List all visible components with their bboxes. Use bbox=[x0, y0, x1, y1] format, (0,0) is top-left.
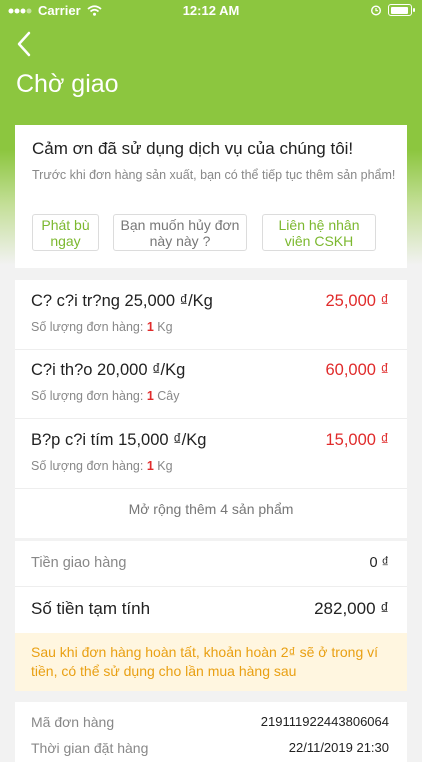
order-code-value: 219111922443806064 bbox=[260, 714, 389, 729]
alarm-icon bbox=[370, 5, 382, 16]
contact-support-button[interactable]: Liên hệ nhân viên CSKH bbox=[262, 214, 376, 251]
divider bbox=[15, 586, 407, 587]
order-time-label: Thời gian đặt hàng bbox=[31, 740, 149, 756]
thanks-card: Cảm ơn đã sử dụng dịch vụ của chúng tôi!… bbox=[15, 125, 407, 268]
total-value: 282,000 ₫ bbox=[314, 599, 389, 618]
quantity-unit: Kg bbox=[153, 320, 173, 334]
product-price: 15,000 ₫ bbox=[325, 431, 389, 449]
clock: 12:12 AM bbox=[182, 3, 240, 18]
product-quantity: Số lượng đơn hàng: 1 Kg bbox=[31, 459, 173, 473]
product-name: C? c?i tr?ng 25,000 ₫/Kg bbox=[31, 292, 213, 310]
cancel-order-button[interactable]: Bạn muốn hủy đơn này này ? bbox=[113, 214, 247, 251]
back-button[interactable] bbox=[12, 28, 40, 60]
shipping-value: 0 ₫ bbox=[369, 555, 389, 571]
product-price: 60,000 ₫ bbox=[325, 361, 389, 379]
product-price: 25,000 ₫ bbox=[325, 292, 389, 310]
add-more-button[interactable]: Phát bù ngay bbox=[32, 214, 99, 251]
order-summary: Tiền giao hàng 0 ₫ Số tiền tạm tính 282,… bbox=[15, 541, 407, 691]
quantity-label: Số lượng đơn hàng: bbox=[31, 320, 147, 334]
order-time-value: 22/11/2019 21:30 bbox=[288, 740, 389, 755]
quantity-value: 1 bbox=[146, 389, 154, 403]
thanks-subtitle: Trước khi đơn hàng sản xuất, bạn có thể … bbox=[32, 168, 396, 182]
quantity-label: Số lượng đơn hàng: bbox=[31, 389, 147, 403]
total-row: Số tiền tạm tính 282,000 ₫ bbox=[31, 599, 389, 619]
refund-notice: Sau khi đơn hàng hoàn tất, khoản hoàn 2₫… bbox=[15, 633, 407, 691]
order-info: Mã đơn hàng 219111922443806064 Thời gian… bbox=[15, 702, 407, 762]
product-item[interactable]: C?i th?o 20,000 ₫/Kg Số lượng đơn hàng: … bbox=[15, 349, 407, 419]
status-icons bbox=[370, 4, 415, 16]
page-title: Chờ giao bbox=[16, 70, 119, 98]
order-code-label: Mã đơn hàng bbox=[31, 714, 115, 730]
chevron-left-icon bbox=[17, 31, 31, 57]
quantity-value: 1 bbox=[146, 459, 154, 473]
quantity-label: Số lượng đơn hàng: bbox=[31, 459, 147, 473]
total-label: Số tiền tạm tính bbox=[31, 599, 151, 618]
battery-icon bbox=[388, 4, 415, 16]
quantity-value: 1 bbox=[146, 320, 154, 334]
product-name: B?p c?i tím 15,000 ₫/Kg bbox=[31, 431, 207, 449]
product-quantity: Số lượng đơn hàng: 1 Kg bbox=[31, 320, 173, 334]
product-list: C? c?i tr?ng 25,000 ₫/Kg Số lượng đơn hà… bbox=[15, 280, 407, 538]
order-code-row: Mã đơn hàng 219111922443806064 bbox=[31, 714, 389, 730]
product-quantity: Số lượng đơn hàng: 1 Cây bbox=[31, 389, 179, 403]
status-bar: Carrier 12:12 AM bbox=[0, 0, 422, 22]
product-name: C?i th?o 20,000 ₫/Kg bbox=[31, 361, 186, 379]
order-time-row: Thời gian đặt hàng 22/11/2019 21:30 bbox=[31, 740, 389, 756]
thanks-title: Cảm ơn đã sử dụng dịch vụ của chúng tôi! bbox=[32, 139, 354, 158]
product-item[interactable]: B?p c?i tím 15,000 ₫/Kg Số lượng đơn hàn… bbox=[15, 419, 407, 489]
product-item[interactable]: C? c?i tr?ng 25,000 ₫/Kg Số lượng đơn hà… bbox=[15, 280, 407, 350]
shipping-row: Tiền giao hàng 0 ₫ bbox=[31, 555, 389, 571]
shipping-label: Tiền giao hàng bbox=[31, 555, 127, 571]
expand-products-button[interactable]: Mở rộng thêm 4 sản phẩm bbox=[15, 501, 407, 517]
quantity-unit: Cây bbox=[153, 389, 180, 403]
quantity-unit: Kg bbox=[153, 459, 173, 473]
